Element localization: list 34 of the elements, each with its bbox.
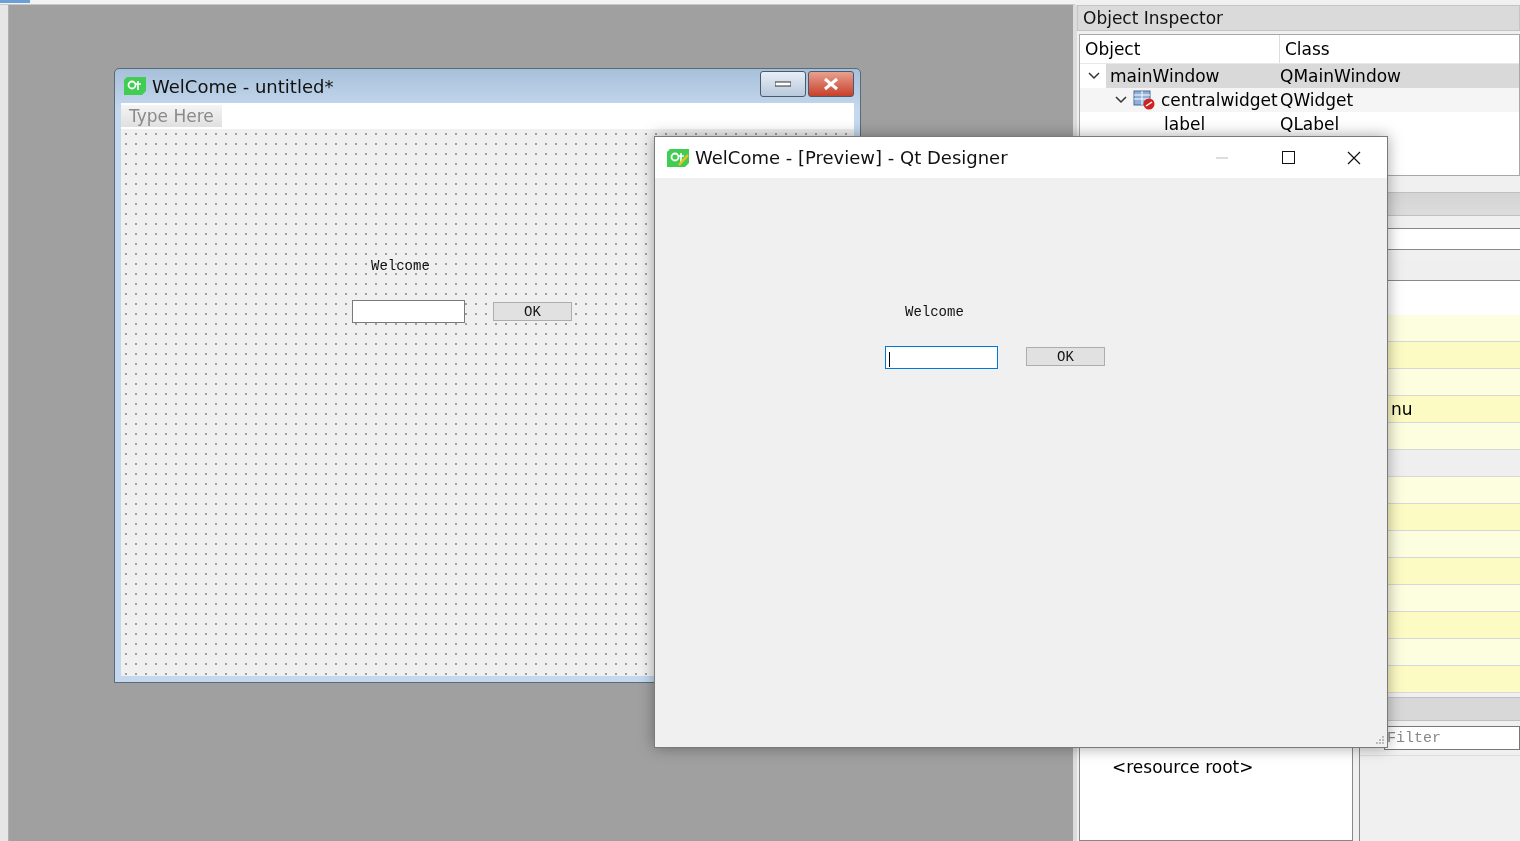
- tree-item[interactable]: <resource root>: [1112, 757, 1254, 777]
- close-icon: [1347, 150, 1361, 165]
- text-field[interactable]: [885, 346, 998, 369]
- tab-indicator: [0, 0, 30, 3]
- qt-logo-icon: [667, 148, 689, 167]
- class-name: QLabel: [1280, 113, 1341, 136]
- property-name: nu: [1391, 399, 1413, 419]
- window-title: WelCome - [Preview] - Qt Designer: [695, 147, 1009, 168]
- object-name[interactable]: centralwidget: [1157, 88, 1282, 112]
- object-name[interactable]: mainWindow: [1106, 64, 1280, 88]
- close-button[interactable]: [808, 71, 854, 97]
- window-title: WelCome - untitled*: [152, 75, 335, 97]
- ok-button[interactable]: OK: [493, 302, 572, 321]
- close-icon: [823, 77, 839, 91]
- text-field[interactable]: [352, 300, 465, 323]
- class-name: QMainWindow: [1280, 64, 1519, 88]
- column-header[interactable]: Object: [1080, 35, 1280, 63]
- maximize-icon: [1281, 151, 1295, 164]
- resize-grip-icon[interactable]: [1375, 735, 1385, 745]
- minimize-button[interactable]: [760, 71, 806, 97]
- ok-button[interactable]: OK: [1026, 347, 1105, 366]
- object-name[interactable]: label: [1160, 112, 1280, 136]
- class-name: QWidget: [1280, 89, 1355, 112]
- minimize-icon: [775, 81, 791, 87]
- minimize-icon: [1216, 156, 1228, 159]
- filter-field[interactable]: Filter: [1384, 726, 1520, 750]
- panel-title: Object Inspector: [1077, 5, 1520, 31]
- qt-logo-icon: [124, 77, 146, 95]
- chevron-icon[interactable]: [1115, 96, 1127, 104]
- welcome-label: Welcome: [371, 258, 430, 274]
- welcome-label: Welcome: [905, 304, 964, 320]
- column-header[interactable]: Class: [1280, 35, 1515, 63]
- chevron-icon[interactable]: [1088, 72, 1100, 80]
- text-cursor-icon: [889, 352, 891, 367]
